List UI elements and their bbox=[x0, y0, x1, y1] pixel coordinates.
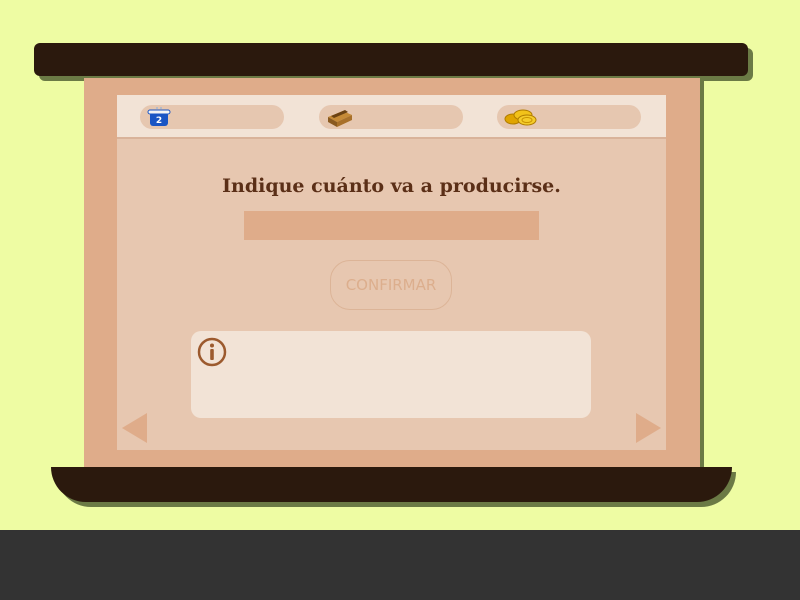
pot-resource: 2 bbox=[140, 105, 284, 129]
footer-bar bbox=[0, 530, 800, 600]
gold-resource bbox=[497, 105, 641, 129]
pot-level-text: 2 bbox=[156, 116, 162, 126]
wood-resource bbox=[319, 105, 463, 129]
triangle-right-icon[interactable] bbox=[634, 413, 662, 443]
quantity-input[interactable] bbox=[244, 211, 539, 240]
question-prompt: Indique cuánto va a producirse. bbox=[222, 175, 561, 197]
info-icon bbox=[197, 337, 227, 367]
info-box bbox=[191, 331, 591, 418]
top-bar bbox=[34, 43, 748, 76]
resource-bar: 2 bbox=[117, 95, 666, 139]
confirm-button[interactable]: CONFIRMAR bbox=[330, 260, 452, 310]
bottom-base bbox=[51, 467, 732, 502]
wooden-crate-icon bbox=[328, 110, 352, 127]
game-screen: 2 Indique cuánto va a producirse. CONFIR… bbox=[117, 95, 666, 450]
gold-coins-icon bbox=[504, 109, 537, 126]
cooking-pot-icon: 2 bbox=[147, 107, 171, 126]
triangle-left-icon[interactable] bbox=[121, 413, 149, 443]
